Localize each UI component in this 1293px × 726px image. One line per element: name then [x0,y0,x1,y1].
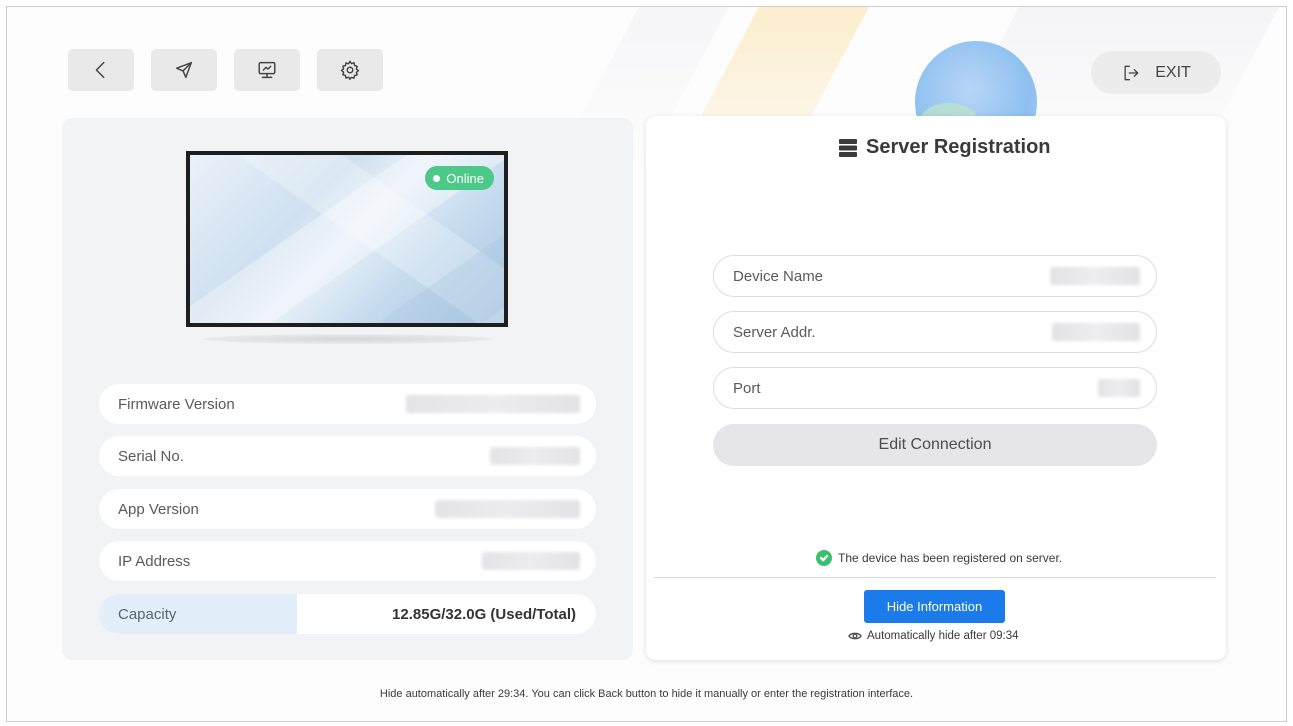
exit-button[interactable]: EXIT [1091,51,1221,94]
online-status-label: Online [446,170,484,186]
screen-button[interactable] [234,49,300,91]
device-name-label: Device Name [733,267,824,285]
server-registration-title-text: Server Registration [866,136,1051,158]
capacity-row: Capacity 12.85G/32.0G (Used/Total) [99,594,596,634]
serial-number-label: Serial No. [118,447,184,465]
server-address-label: Server Addr. [733,323,816,341]
edit-connection-button[interactable]: Edit Connection [713,424,1157,466]
device-name-value-blurred [1050,267,1140,285]
settings-button[interactable] [317,49,383,91]
footer-note: Hide automatically after 29:34. You can … [379,688,914,700]
online-status-badge: Online [425,166,494,190]
app-version-value-blurred [435,500,580,518]
capacity-value: 12.85G/32.0G (Used/Total) [392,605,576,623]
device-name-field[interactable]: Device Name [713,255,1157,297]
send-icon [175,61,193,79]
app-version-row: App Version [99,489,596,529]
firmware-version-value-blurred [406,395,580,413]
server-icon [839,138,857,157]
check-circle-icon [816,550,832,566]
port-field[interactable]: Port [713,367,1157,409]
port-label: Port [733,379,761,397]
device-screen-preview: Online [186,151,508,327]
hide-information-button[interactable]: Hide Information [864,590,1005,623]
screen-icon [258,61,276,79]
status-dot-icon [433,174,441,182]
firmware-version-row: Firmware Version [99,384,596,424]
exit-icon [1124,65,1139,80]
registration-status: The device has been registered on server… [816,550,1062,566]
ip-address-label: IP Address [118,552,191,570]
serial-number-row: Serial No. [99,436,596,476]
server-address-field[interactable]: Server Addr. [713,311,1157,353]
app-version-label: App Version [118,500,199,518]
ip-address-value-blurred [482,552,580,570]
auto-hide-notice: Automatically hide after 09:34 [848,630,1019,642]
ip-address-row: IP Address [99,541,596,581]
port-value-blurred [1098,379,1140,397]
settings-icon [340,60,360,80]
server-registration-title: Server Registration [838,136,1051,159]
server-address-value-blurred [1052,323,1140,341]
back-icon [95,61,105,79]
send-button[interactable] [151,49,217,91]
eye-icon [848,632,862,640]
firmware-version-label: Firmware Version [118,395,235,413]
capacity-label: Capacity [99,594,297,634]
auto-hide-text: Automatically hide after 09:34 [867,630,1019,642]
divider [654,577,1216,578]
registration-status-text: The device has been registered on server… [838,551,1063,565]
back-button[interactable] [68,49,134,91]
serial-number-value-blurred [490,447,580,465]
device-info-panel: Online Firmware Version Serial No. App V… [62,118,633,660]
exit-label: EXIT [1155,63,1191,81]
screen-shadow [204,334,492,344]
